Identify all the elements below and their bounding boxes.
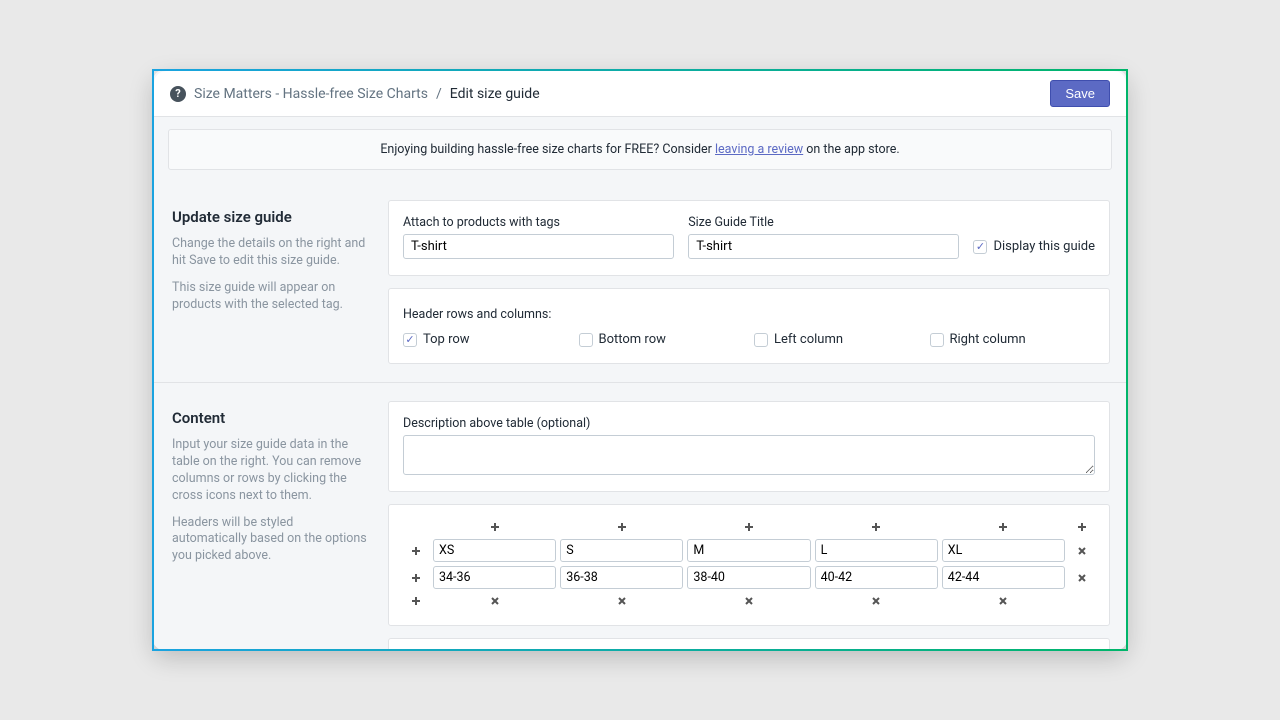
title-label: Size Guide Title: [688, 215, 959, 230]
checkbox-icon: [973, 240, 987, 254]
update-section-body: Attach to products with tags Size Guide …: [388, 182, 1126, 382]
table-editor: [403, 519, 1095, 609]
table-editor-card: [388, 504, 1110, 626]
tags-label: Attach to products with tags: [403, 215, 674, 230]
tags-card: Attach to products with tags Size Guide …: [388, 200, 1110, 276]
remove-row-button[interactable]: [1069, 570, 1095, 586]
top-row-checkbox[interactable]: Top row: [403, 332, 569, 347]
header-rows-card: Header rows and columns: Top row Bottom …: [388, 288, 1110, 364]
add-column-button[interactable]: [687, 519, 810, 535]
review-banner: Enjoying building hassle-free size chart…: [168, 129, 1112, 170]
leave-review-link[interactable]: leaving a review: [715, 142, 803, 157]
breadcrumb-app[interactable]: Size Matters - Hassle-free Size Charts: [194, 86, 428, 102]
tags-input[interactable]: [403, 234, 674, 259]
bottom-row-label: Bottom row: [599, 332, 666, 347]
bottom-row-checkbox[interactable]: Bottom row: [579, 332, 745, 347]
remove-column-button[interactable]: [433, 593, 556, 609]
left-column-label: Left column: [774, 332, 843, 347]
desc-above-card: Description above table (optional): [388, 401, 1110, 492]
app-frame: ? Size Matters - Hassle-free Size Charts…: [152, 69, 1128, 651]
checkbox-icon: [403, 333, 417, 347]
remove-column-button[interactable]: [815, 593, 938, 609]
table-cell[interactable]: [687, 566, 810, 589]
breadcrumb-separator: /: [436, 86, 442, 102]
banner-pre: Enjoying building hassle-free size chart…: [380, 142, 715, 157]
breadcrumb-current: Edit size guide: [450, 86, 540, 102]
content-section-body: Description above table (optional): [388, 383, 1126, 649]
left-column-checkbox[interactable]: Left column: [754, 332, 920, 347]
table-cell[interactable]: [815, 539, 938, 562]
table-cell[interactable]: [815, 566, 938, 589]
desc-below-card: Description below table (optional): [388, 638, 1110, 649]
add-row-button[interactable]: [403, 570, 429, 586]
update-p1: Change the details on the right and hit …: [172, 236, 370, 270]
add-column-button[interactable]: [433, 519, 556, 535]
top-row-label: Top row: [423, 332, 470, 347]
checkbox-icon: [579, 333, 593, 347]
update-p2: This size guide will appear on products …: [172, 280, 370, 314]
topbar: ? Size Matters - Hassle-free Size Charts…: [154, 71, 1126, 117]
table-cell[interactable]: [687, 539, 810, 562]
update-heading: Update size guide: [172, 208, 370, 226]
remove-column-button[interactable]: [560, 593, 683, 609]
right-column-label: Right column: [950, 332, 1026, 347]
remove-column-button[interactable]: [942, 593, 1065, 609]
update-section: Update size guide Change the details on …: [154, 182, 1126, 383]
title-input[interactable]: [688, 234, 959, 259]
content-p1: Input your size guide data in the table …: [172, 437, 370, 505]
help-icon[interactable]: ?: [170, 86, 186, 102]
remove-column-button[interactable]: [687, 593, 810, 609]
table-cell[interactable]: [560, 566, 683, 589]
display-guide-checkbox[interactable]: Display this guide: [973, 239, 1095, 254]
save-button[interactable]: Save: [1050, 80, 1110, 107]
right-column-checkbox[interactable]: Right column: [930, 332, 1096, 347]
add-column-button[interactable]: [815, 519, 938, 535]
remove-row-button[interactable]: [1069, 543, 1095, 559]
desc-above-textarea[interactable]: [403, 435, 1095, 475]
desc-above-label: Description above table (optional): [403, 416, 1095, 431]
checkbox-icon: [930, 333, 944, 347]
table-cell[interactable]: [433, 566, 556, 589]
header-rows-label: Header rows and columns:: [403, 307, 551, 322]
table-cell[interactable]: [942, 539, 1065, 562]
add-column-button[interactable]: [1069, 519, 1095, 535]
table-cell[interactable]: [433, 539, 556, 562]
add-row-button[interactable]: [403, 543, 429, 559]
content-heading: Content: [172, 409, 370, 427]
add-column-button[interactable]: [560, 519, 683, 535]
table-cell[interactable]: [942, 566, 1065, 589]
display-guide-label: Display this guide: [993, 239, 1095, 254]
app-viewport: ? Size Matters - Hassle-free Size Charts…: [154, 71, 1126, 649]
table-cell[interactable]: [560, 539, 683, 562]
checkbox-icon: [754, 333, 768, 347]
content-section: Content Input your size guide data in th…: [154, 383, 1126, 649]
banner-post: on the app store.: [803, 142, 899, 157]
content-p2: Headers will be styled automatically bas…: [172, 515, 370, 566]
add-column-button[interactable]: [942, 519, 1065, 535]
content-section-aside: Content Input your size guide data in th…: [154, 383, 388, 649]
update-section-aside: Update size guide Change the details on …: [154, 182, 388, 382]
add-row-button[interactable]: [403, 593, 429, 609]
